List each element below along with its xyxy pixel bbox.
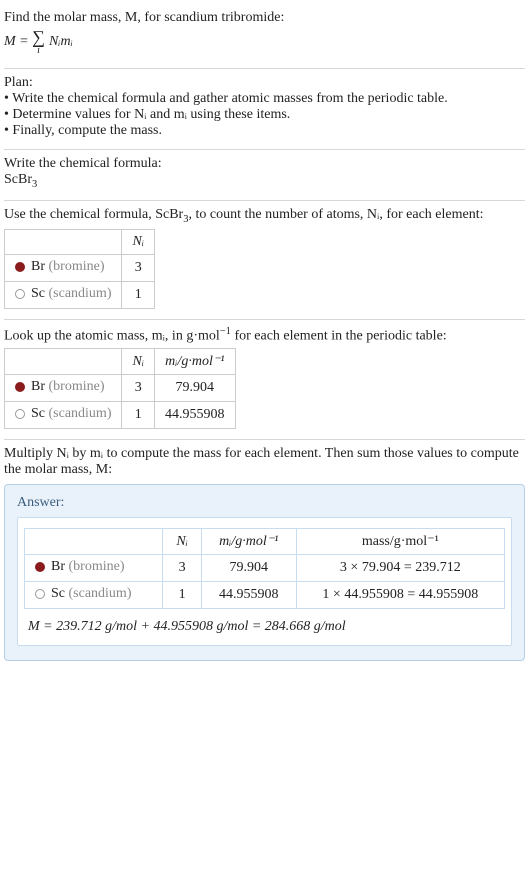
table-row: Sc (scandium) 1 44.955908 <box>5 402 236 429</box>
element-br: Br (bromine) <box>15 259 104 275</box>
col-element <box>5 349 122 375</box>
formula-heading: Write the chemical formula: <box>4 156 525 172</box>
col-mass: mass/g·mol⁻¹ <box>296 529 504 555</box>
table-row: Sc (scandium) 1 <box>5 281 155 308</box>
mi-value: 44.955908 <box>201 582 296 609</box>
plan-bullet-1: • Write the chemical formula and gather … <box>4 91 525 107</box>
element-dot-icon <box>35 589 45 599</box>
element-br: Br (bromine) <box>35 559 124 575</box>
plan-heading: Plan: <box>4 75 525 91</box>
col-ni: Nᵢ <box>163 529 201 555</box>
col-mi: mᵢ/g·mol⁻¹ <box>155 349 236 375</box>
plan-bullet-3: • Finally, compute the mass. <box>4 123 525 139</box>
ni-value: 3 <box>122 375 155 402</box>
element-dot-icon <box>15 382 25 392</box>
mi-value: 44.955908 <box>155 402 236 429</box>
element-dot-icon <box>35 562 45 572</box>
mass-section: Look up the atomic mass, mᵢ, in g·mol−1 … <box>4 320 525 441</box>
table-row: Br (bromine) 3 79.904 3 × 79.904 = 239.7… <box>25 555 505 582</box>
table-header-row: Nᵢ mᵢ/g·mol⁻¹ mass/g·mol⁻¹ <box>25 529 505 555</box>
col-element <box>5 229 122 254</box>
mass-value: 3 × 79.904 = 239.712 <box>296 555 504 582</box>
element-sc: Sc (scandium) <box>35 586 131 602</box>
count-heading: Use the chemical formula, ScBr3, to coun… <box>4 207 525 225</box>
molar-mass-equation: M = ∑ i Nᵢmᵢ <box>4 28 525 56</box>
mass-heading: Look up the atomic mass, mᵢ, in g·mol−1 … <box>4 326 525 345</box>
mi-value: 79.904 <box>155 375 236 402</box>
col-mi: mᵢ/g·mol⁻¹ <box>201 529 296 555</box>
answer-label: Answer: <box>17 495 512 511</box>
element-sc: Sc (scandium) <box>15 406 111 422</box>
answer-box: Answer: Nᵢ mᵢ/g·mol⁻¹ mass/g·mol⁻¹ Br (b… <box>4 484 525 661</box>
element-sc: Sc (scandium) <box>15 286 111 302</box>
eq-left: M = <box>4 34 32 49</box>
summation: ∑ i Nᵢmᵢ <box>32 28 73 56</box>
element-dot-icon <box>15 262 25 272</box>
table-row: Br (bromine) 3 <box>5 254 155 281</box>
table-header-row: Nᵢ mᵢ/g·mol⁻¹ <box>5 349 236 375</box>
answer-table: Nᵢ mᵢ/g·mol⁻¹ mass/g·mol⁻¹ Br (bromine) … <box>24 528 505 609</box>
element-br: Br (bromine) <box>15 379 104 395</box>
col-ni: Nᵢ <box>122 349 155 375</box>
table-header-row: Nᵢ <box>5 229 155 254</box>
ni-value: 3 <box>122 254 155 281</box>
mass-table: Nᵢ mᵢ/g·mol⁻¹ Br (bromine) 3 79.904 Sc (… <box>4 348 236 429</box>
count-table: Nᵢ Br (bromine) 3 Sc (scandium) 1 <box>4 229 155 309</box>
answer-inner: Nᵢ mᵢ/g·mol⁻¹ mass/g·mol⁻¹ Br (bromine) … <box>17 517 512 646</box>
eq-right: Nᵢmᵢ <box>49 34 73 50</box>
intro-section: Find the molar mass, M, for scandium tri… <box>4 4 525 69</box>
result-section: Multiply Nᵢ by mᵢ to compute the mass fo… <box>4 440 525 671</box>
ni-value: 1 <box>122 281 155 308</box>
col-ni: Nᵢ <box>122 229 155 254</box>
table-row: Sc (scandium) 1 44.955908 1 × 44.955908 … <box>25 582 505 609</box>
formula-section: Write the chemical formula: ScBr3 <box>4 150 525 201</box>
final-result: M = 239.712 g/mol + 44.955908 g/mol = 28… <box>28 619 501 635</box>
chemical-formula: ScBr3 <box>4 172 525 190</box>
table-row: Br (bromine) 3 79.904 <box>5 375 236 402</box>
mi-value: 79.904 <box>201 555 296 582</box>
plan-section: Plan: • Write the chemical formula and g… <box>4 69 525 150</box>
plan-bullet-2: • Determine values for Nᵢ and mᵢ using t… <box>4 107 525 123</box>
mass-value: 1 × 44.955908 = 44.955908 <box>296 582 504 609</box>
element-dot-icon <box>15 289 25 299</box>
col-element <box>25 529 163 555</box>
ni-value: 1 <box>122 402 155 429</box>
intro-prompt: Find the molar mass, M, for scandium tri… <box>4 10 525 26</box>
ni-value: 1 <box>163 582 201 609</box>
ni-value: 3 <box>163 555 201 582</box>
element-dot-icon <box>15 409 25 419</box>
multiply-heading: Multiply Nᵢ by mᵢ to compute the mass fo… <box>4 446 525 478</box>
sigma-icon: ∑ i <box>32 28 45 56</box>
count-section: Use the chemical formula, ScBr3, to coun… <box>4 201 525 320</box>
